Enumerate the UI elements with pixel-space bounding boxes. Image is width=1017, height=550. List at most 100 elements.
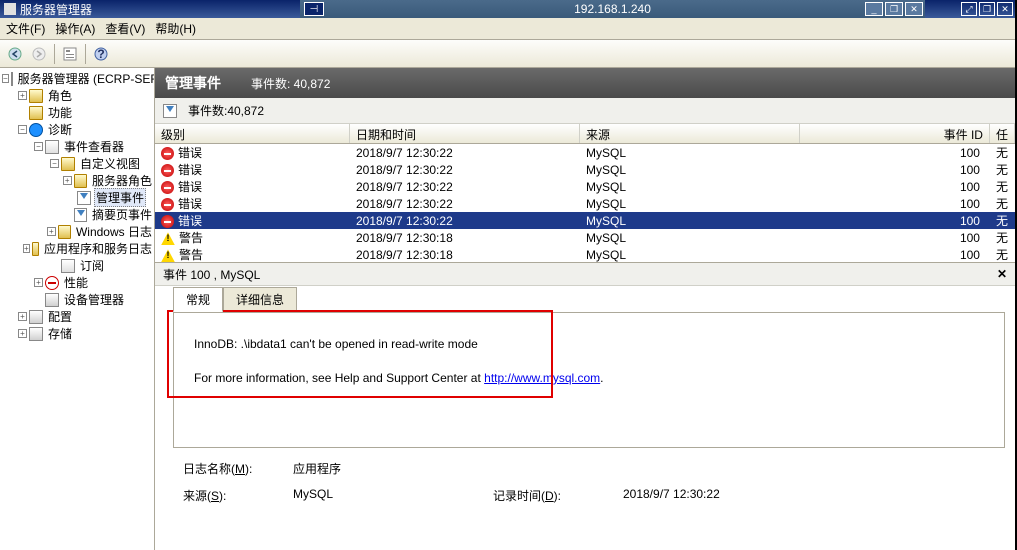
- tree-customviews[interactable]: −自定义视图: [0, 155, 154, 172]
- tree-diag[interactable]: −诊断: [0, 121, 154, 138]
- host-close-button[interactable]: ✕: [997, 2, 1013, 16]
- tab-detail[interactable]: 详细信息: [223, 287, 297, 312]
- table-row[interactable]: 错误2018/9/7 12:30:22MySQL100无: [155, 195, 1015, 212]
- error-icon: [161, 215, 174, 228]
- col-eventid[interactable]: 事件 ID: [800, 124, 990, 143]
- table-row[interactable]: 警告2018/9/7 12:30:18MySQL100无: [155, 229, 1015, 246]
- forward-button[interactable]: [28, 43, 50, 65]
- expand-icon[interactable]: +: [18, 91, 27, 100]
- error-icon: [161, 164, 174, 177]
- tree-eventviewer[interactable]: −事件查看器: [0, 138, 154, 155]
- content-panel: 管理事件 事件数: 40,872 事件数:40,872 级别 日期和时间 来源 …: [155, 68, 1015, 550]
- main-area: −服务器管理器 (ECRP-SERVER) +角色 功能 −诊断 −事件查看器 …: [0, 68, 1015, 550]
- tree-subscriptions[interactable]: 订阅: [0, 257, 154, 274]
- expand-icon[interactable]: +: [23, 244, 30, 253]
- event-count-header: 事件数: 40,872: [251, 75, 330, 92]
- table-row[interactable]: 错误2018/9/7 12:30:22MySQL100无: [155, 144, 1015, 161]
- table-row[interactable]: 错误2018/9/7 12:30:22MySQL100无: [155, 161, 1015, 178]
- warning-icon: [161, 232, 175, 245]
- pin-button[interactable]: ⊣: [304, 2, 324, 16]
- filter-icon[interactable]: [163, 104, 177, 118]
- devmgr-icon: [45, 293, 59, 307]
- properties-button[interactable]: [59, 43, 81, 65]
- tree-storage[interactable]: +存储: [0, 325, 154, 342]
- col-datetime[interactable]: 日期和时间: [350, 124, 580, 143]
- error-icon: [161, 181, 174, 194]
- tree-summaryevents[interactable]: 摘要页事件: [0, 206, 154, 223]
- titlebar: 服务器管理器 ⊣ 192.168.1.240 _ ❐ ✕ ⤢ ❐ ✕: [0, 0, 1015, 18]
- back-button[interactable]: [4, 43, 26, 65]
- time-label: 记录时间(D):: [493, 487, 623, 504]
- restore-button[interactable]: ❐: [885, 2, 903, 16]
- tree-adminevents[interactable]: 管理事件: [0, 189, 154, 206]
- filter-icon: [74, 208, 87, 222]
- tree-root[interactable]: −服务器管理器 (ECRP-SERVER): [0, 70, 154, 87]
- app-title: 服务器管理器: [20, 1, 92, 18]
- diag-icon: [29, 123, 43, 137]
- host-expand-icon[interactable]: ⤢: [961, 2, 977, 16]
- menu-file[interactable]: 文件(F): [6, 20, 45, 37]
- tree-appservlogs[interactable]: +应用程序和服务日志: [0, 240, 154, 257]
- tree-roles[interactable]: +角色: [0, 87, 154, 104]
- mysql-link[interactable]: http://www.mysql.com: [484, 371, 600, 385]
- tree-devmgr[interactable]: 设备管理器: [0, 291, 154, 308]
- features-icon: [29, 106, 43, 120]
- toolbar-sep: [85, 44, 86, 64]
- table-row[interactable]: 警告2018/9/7 12:30:18MySQL100无: [155, 246, 1015, 262]
- tab-general[interactable]: 常规: [173, 287, 223, 312]
- svg-text:?: ?: [97, 47, 104, 61]
- close-button[interactable]: ✕: [905, 2, 923, 16]
- col-category[interactable]: 任务类别: [990, 124, 1015, 143]
- menu-help[interactable]: 帮助(H): [155, 20, 196, 37]
- titlebar-host: ⤢ ❐ ✕: [925, 0, 1015, 18]
- error-icon: [161, 198, 174, 211]
- warning-icon: [161, 249, 175, 262]
- source-label: 来源(S):: [183, 487, 293, 504]
- expand-icon[interactable]: +: [18, 329, 27, 338]
- tree-perf[interactable]: +性能: [0, 274, 154, 291]
- folder-icon: [58, 225, 71, 239]
- roles-icon: [29, 89, 43, 103]
- eventviewer-icon: [45, 140, 59, 154]
- tree-config[interactable]: +配置: [0, 308, 154, 325]
- minimize-button[interactable]: _: [865, 2, 883, 16]
- help-button[interactable]: ?: [90, 43, 112, 65]
- host-restore-button[interactable]: ❐: [979, 2, 995, 16]
- collapse-icon[interactable]: −: [18, 125, 27, 134]
- menu-view[interactable]: 查看(V): [105, 20, 145, 37]
- tree-winlogs[interactable]: +Windows 日志: [0, 223, 154, 240]
- source-value: MySQL: [293, 487, 493, 504]
- expand-icon[interactable]: +: [18, 312, 27, 321]
- nav-tree[interactable]: −服务器管理器 (ECRP-SERVER) +角色 功能 −诊断 −事件查看器 …: [0, 68, 155, 550]
- collapse-icon[interactable]: −: [2, 74, 9, 83]
- expand-icon[interactable]: +: [34, 278, 43, 287]
- tree-serverroles[interactable]: +服务器角色: [0, 172, 154, 189]
- more-info: For more information, see Help and Suppo…: [194, 371, 984, 385]
- expand-icon[interactable]: +: [63, 176, 72, 185]
- filter-icon: [77, 191, 91, 205]
- page-title: 管理事件: [165, 73, 221, 93]
- collapse-icon[interactable]: −: [50, 159, 59, 168]
- storage-icon: [29, 327, 43, 341]
- grid-header: 级别 日期和时间 来源 事件 ID 任务类别: [155, 124, 1015, 144]
- menubar: 文件(F) 操作(A) 查看(V) 帮助(H): [0, 18, 1015, 40]
- col-level[interactable]: 级别: [155, 124, 350, 143]
- toolbar-sep: [54, 44, 55, 64]
- titlebar-app[interactable]: 服务器管理器: [0, 0, 300, 18]
- event-count-filter: 事件数:40,872: [188, 102, 264, 119]
- expand-icon[interactable]: +: [47, 227, 56, 236]
- detail-close-button[interactable]: ✕: [997, 267, 1007, 281]
- titlebar-remote: ⊣ 192.168.1.240 _ ❐ ✕: [300, 0, 925, 18]
- config-icon: [29, 310, 43, 324]
- collapse-icon[interactable]: −: [34, 142, 43, 151]
- time-value: 2018/9/7 12:30:22: [623, 487, 823, 504]
- table-row[interactable]: 错误2018/9/7 12:30:22MySQL100无: [155, 212, 1015, 229]
- tree-features[interactable]: 功能: [0, 104, 154, 121]
- event-message: InnoDB: .\ibdata1 can't be opened in rea…: [194, 337, 984, 351]
- detail-header: 事件 100 , MySQL ✕: [155, 262, 1015, 286]
- menu-action[interactable]: 操作(A): [55, 20, 95, 37]
- table-row[interactable]: 错误2018/9/7 12:30:22MySQL100无: [155, 178, 1015, 195]
- col-source[interactable]: 来源: [580, 124, 800, 143]
- event-grid[interactable]: 错误2018/9/7 12:30:22MySQL100无错误2018/9/7 1…: [155, 144, 1015, 262]
- perf-icon: [45, 276, 59, 290]
